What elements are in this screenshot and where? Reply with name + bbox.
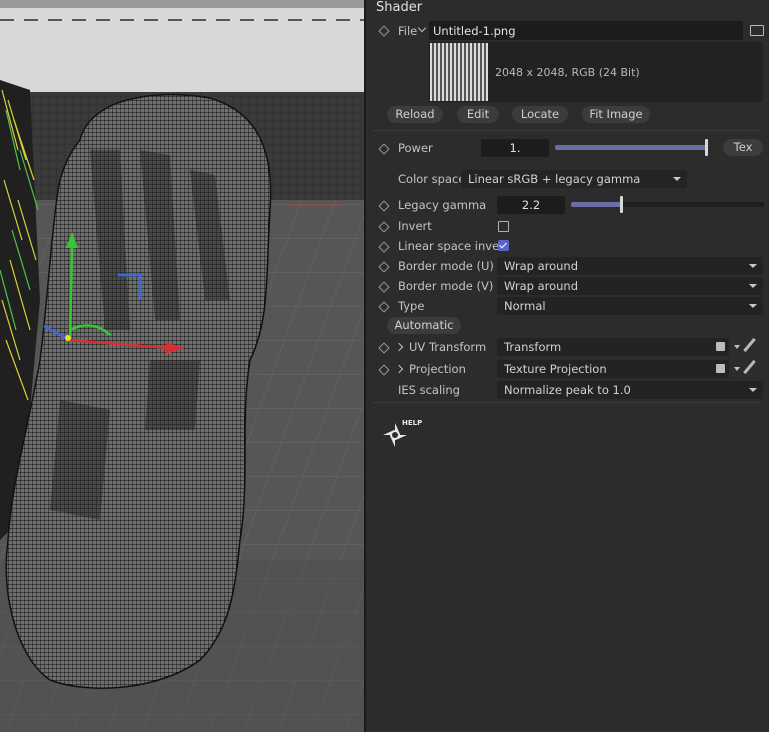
border-mode-u-label: Border mode (U) bbox=[398, 259, 494, 273]
eyedropper-icon[interactable] bbox=[743, 359, 756, 375]
panel-title: Shader bbox=[376, 0, 423, 15]
type-value: Normal bbox=[504, 299, 546, 313]
image-preview-panel: 2048 x 2048, RGB (24 Bit) bbox=[429, 42, 763, 102]
legacy-gamma-field[interactable]: 2.2 bbox=[497, 196, 565, 214]
keyframe-diamond-legacy-gamma[interactable] bbox=[378, 200, 390, 212]
keyframe-diamond-border-u[interactable] bbox=[378, 261, 390, 273]
legacy-gamma-slider-fill bbox=[571, 202, 624, 207]
edit-button[interactable]: Edit bbox=[457, 106, 499, 123]
chevron-down-icon[interactable] bbox=[734, 367, 740, 371]
invert-label: Invert bbox=[398, 219, 432, 233]
border-mode-u-dropdown[interactable]: Wrap around bbox=[497, 257, 763, 275]
file-path-field[interactable]: Untitled-1.png bbox=[429, 21, 743, 40]
automatic-button[interactable]: Automatic bbox=[387, 317, 461, 334]
tex-button[interactable]: Tex bbox=[723, 139, 763, 156]
fit-image-button[interactable]: Fit Image bbox=[582, 106, 650, 123]
uv-transform-value: Transform bbox=[504, 340, 562, 354]
invert-checkbox[interactable] bbox=[498, 221, 509, 232]
color-space-dropdown[interactable]: Linear sRGB + legacy gamma bbox=[461, 170, 687, 188]
image-icon[interactable] bbox=[716, 364, 725, 373]
ies-scaling-dropdown[interactable]: Normalize peak to 1.0 bbox=[497, 381, 763, 399]
locate-button[interactable]: Locate bbox=[512, 106, 568, 123]
file-path-value: Untitled-1.png bbox=[433, 24, 516, 38]
keyframe-diamond-power[interactable] bbox=[378, 143, 390, 155]
border-mode-v-dropdown[interactable]: Wrap around bbox=[497, 277, 763, 295]
texture-thumbnail bbox=[430, 43, 488, 101]
power-field[interactable]: 1. bbox=[481, 139, 549, 157]
help-label: HELP bbox=[402, 419, 423, 427]
ies-scaling-value: Normalize peak to 1.0 bbox=[504, 383, 631, 397]
power-slider[interactable] bbox=[555, 139, 708, 156]
keyframe-diamond-file[interactable] bbox=[378, 25, 390, 37]
projection-label: Projection bbox=[409, 362, 466, 376]
checkmark-icon bbox=[499, 240, 507, 249]
color-space-value: Linear sRGB + legacy gamma bbox=[468, 172, 641, 186]
expand-chevron-icon[interactable] bbox=[394, 364, 404, 374]
keyframe-diamond-type[interactable] bbox=[378, 301, 390, 313]
legacy-gamma-label: Legacy gamma bbox=[398, 198, 487, 212]
chevron-down-icon bbox=[749, 264, 757, 268]
power-slider-fill bbox=[555, 145, 708, 150]
legacy-gamma-slider-knob[interactable] bbox=[620, 196, 624, 213]
type-dropdown[interactable]: Normal bbox=[497, 297, 763, 315]
keyframe-diamond-projection[interactable] bbox=[378, 364, 390, 376]
file-label: File bbox=[398, 24, 418, 38]
linear-space-invert-label: Linear space invert bbox=[398, 239, 509, 253]
image-info: 2048 x 2048, RGB (24 Bit) bbox=[495, 66, 640, 79]
legacy-gamma-slider[interactable] bbox=[571, 196, 764, 213]
keyframe-diamond-invert[interactable] bbox=[378, 221, 390, 233]
border-mode-v-label: Border mode (V) bbox=[398, 279, 494, 293]
linear-space-invert-checkbox[interactable] bbox=[498, 240, 509, 251]
power-slider-knob[interactable] bbox=[705, 139, 708, 156]
chevron-down-icon bbox=[749, 284, 757, 288]
uv-transform-link-field[interactable]: Transform bbox=[497, 338, 729, 356]
chevron-down-icon bbox=[673, 177, 681, 181]
keyframe-diamond-border-v[interactable] bbox=[378, 281, 390, 293]
image-icon[interactable] bbox=[716, 342, 725, 351]
chevron-down-icon bbox=[749, 388, 757, 392]
power-label: Power bbox=[398, 141, 433, 155]
chevron-down-icon[interactable] bbox=[734, 345, 740, 349]
chevron-down-icon bbox=[749, 304, 757, 308]
projection-link-field[interactable]: Texture Projection bbox=[497, 360, 729, 378]
shader-attribute-panel: Shader File Untitled-1.png 2048 x 2048, … bbox=[366, 0, 769, 732]
reload-button[interactable]: Reload bbox=[387, 106, 443, 123]
file-chevron-icon[interactable] bbox=[417, 23, 427, 33]
eyedropper-icon[interactable] bbox=[743, 337, 756, 353]
projection-value: Texture Projection bbox=[504, 362, 607, 376]
uv-transform-label: UV Transform bbox=[409, 340, 487, 354]
color-space-label: Color space bbox=[398, 172, 466, 186]
3d-viewport[interactable] bbox=[0, 0, 364, 732]
keyframe-diamond-uv-transform[interactable] bbox=[378, 342, 390, 354]
keyframe-diamond-linear-space-invert[interactable] bbox=[378, 241, 390, 253]
folder-icon[interactable] bbox=[750, 25, 764, 36]
border-mode-v-value: Wrap around bbox=[504, 279, 579, 293]
type-label: Type bbox=[398, 299, 425, 313]
expand-chevron-icon[interactable] bbox=[394, 342, 404, 352]
divider bbox=[372, 402, 762, 403]
border-mode-u-value: Wrap around bbox=[504, 259, 579, 273]
divider bbox=[372, 130, 762, 131]
ies-scaling-label: IES scaling bbox=[398, 383, 460, 397]
help-button[interactable]: HELP bbox=[380, 416, 424, 450]
